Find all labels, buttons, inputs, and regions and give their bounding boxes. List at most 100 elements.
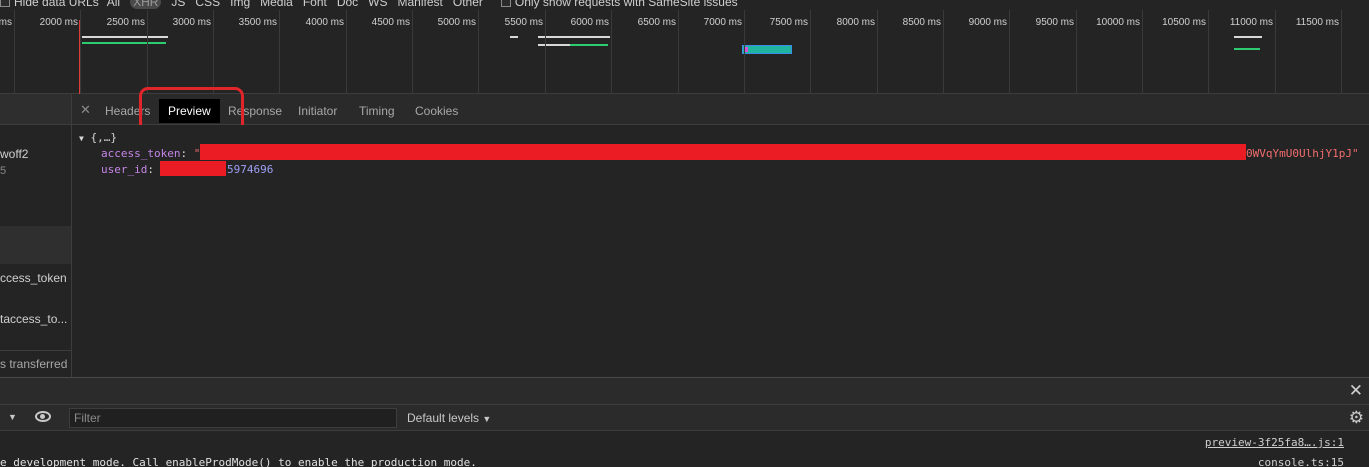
timeline-tick-label: 5000 ms bbox=[437, 17, 476, 28]
filter-font[interactable]: Font bbox=[303, 0, 327, 9]
timeline-gridline bbox=[14, 10, 15, 94]
user-id-redaction bbox=[160, 161, 226, 176]
timeline-tick-label: 8000 ms bbox=[836, 17, 875, 28]
eye-icon[interactable] bbox=[35, 411, 51, 422]
filter-js[interactable]: JS bbox=[171, 0, 185, 9]
request-name[interactable]: taccess_to... bbox=[0, 312, 67, 326]
timeline-tick-label: 10500 ms bbox=[1162, 17, 1206, 28]
filter-manifest[interactable]: Manifest bbox=[398, 0, 443, 9]
gear-icon[interactable]: ⚙ bbox=[1349, 408, 1364, 428]
timeline-tick-label: 2000 ms bbox=[39, 17, 78, 28]
tab-initiator[interactable]: Initiator bbox=[298, 94, 337, 125]
timeline-tick-label: 7000 ms bbox=[703, 17, 742, 28]
tab-cookies[interactable]: Cookies bbox=[415, 94, 458, 125]
json-root-line[interactable]: ▼ {,…} bbox=[79, 131, 117, 144]
timeline-tick-label: 4000 ms bbox=[305, 17, 344, 28]
drawer-header: ✕ bbox=[0, 377, 1369, 404]
timeline-gridline bbox=[678, 10, 679, 94]
user-id-tail-line: 5974696 bbox=[227, 163, 273, 176]
timeline-gridline bbox=[545, 10, 546, 94]
console-source-link[interactable]: console.ts:15 bbox=[1258, 456, 1344, 467]
timeline-tick-label: 7500 ms bbox=[769, 17, 808, 28]
levels-label: Default levels bbox=[407, 411, 480, 425]
timeline-bar bbox=[570, 44, 608, 46]
filter-media[interactable]: Media bbox=[260, 0, 293, 9]
timeline-gridline bbox=[412, 10, 413, 94]
timeline-tick-label: 9000 ms bbox=[968, 17, 1007, 28]
timeline-tick-label: 3000 ms bbox=[172, 17, 211, 28]
detail-tabs: ✕ Headers Preview Response Initiator Tim… bbox=[72, 94, 1369, 125]
timeline-gridline bbox=[611, 10, 612, 94]
tab-timing[interactable]: Timing bbox=[359, 94, 395, 125]
timeline-tick-label: ms bbox=[0, 17, 12, 28]
console-output: preview-3f25fa8….js:1 e development mode… bbox=[0, 431, 1369, 467]
transfer-summary-text: transferred bbox=[9, 357, 68, 371]
timeline-tick-label: 11000 ms bbox=[1229, 17, 1273, 28]
timeline-gridline bbox=[1275, 10, 1276, 94]
timeline-gridline bbox=[943, 10, 944, 94]
samesite-checkbox[interactable] bbox=[500, 0, 511, 7]
triangle-down-icon[interactable]: ▼ bbox=[79, 134, 84, 143]
context-dropdown-icon[interactable]: ▼ bbox=[8, 412, 17, 422]
timeline-gridline bbox=[1208, 10, 1209, 94]
request-name[interactable]: ccess_token bbox=[0, 271, 67, 285]
timeline-overview[interactable]: ms 2000 ms 2500 ms 3000 ms 3500 ms 4000 ms 450… bbox=[0, 10, 1369, 94]
request-name[interactable]: woff2 bbox=[0, 147, 28, 161]
timeline-tick-label: 9500 ms bbox=[1035, 17, 1074, 28]
filter-doc[interactable]: Doc bbox=[337, 0, 358, 9]
access-token-key: access_token bbox=[101, 147, 181, 160]
close-drawer-icon[interactable]: ✕ bbox=[1349, 381, 1363, 401]
timeline-gridline bbox=[1076, 10, 1077, 94]
timeline-bar bbox=[82, 42, 166, 44]
timeline-gridline bbox=[147, 10, 148, 94]
timeline-tick-label: 2500 ms bbox=[106, 17, 145, 28]
console-message: e development mode. Call enableProdMode(… bbox=[0, 456, 477, 467]
timeline-tick-label: 6500 ms bbox=[637, 17, 676, 28]
timeline-gridline bbox=[744, 10, 745, 94]
selected-request-row[interactable] bbox=[0, 226, 71, 264]
console-toolbar: ▼ Default levels ▼ ⚙ bbox=[0, 404, 1369, 431]
timeline-tick-label: 6000 ms bbox=[570, 17, 609, 28]
access-token-tail: 0WVqYmU0UlhjY1pJ bbox=[1246, 147, 1352, 160]
timeline-bar bbox=[1234, 36, 1262, 38]
timeline-gridline bbox=[346, 10, 347, 94]
json-root: {,…} bbox=[90, 131, 117, 144]
console-source-link[interactable]: preview-3f25fa8….js:1 bbox=[1205, 436, 1344, 449]
timeline-bar bbox=[538, 44, 570, 46]
filter-css[interactable]: CSS bbox=[195, 0, 220, 9]
timeline-tick-label: 5500 ms bbox=[504, 17, 543, 28]
timeline-tick-label: 11500 ms bbox=[1295, 17, 1339, 28]
hide-data-urls-label: Hide data URLs bbox=[14, 0, 99, 9]
close-icon[interactable]: ✕ bbox=[80, 102, 91, 118]
timeline-tick-label: 8500 ms bbox=[902, 17, 941, 28]
filter-xhr[interactable]: XHR bbox=[130, 0, 162, 9]
hide-data-urls-checkbox[interactable] bbox=[0, 0, 10, 7]
timeline-bar bbox=[538, 36, 610, 38]
timeline-tick-label: 10000 ms bbox=[1096, 17, 1140, 28]
caret-down-icon: ▼ bbox=[482, 414, 492, 424]
filter-ws[interactable]: WS bbox=[368, 0, 387, 9]
console-filter-input[interactable] bbox=[69, 408, 397, 428]
request-list: woff2 5 ccess_token taccess_to... s tran… bbox=[0, 94, 72, 377]
filter-img[interactable]: Img bbox=[230, 0, 250, 9]
timeline-gridline bbox=[80, 10, 81, 94]
timeline-gridline bbox=[1142, 10, 1143, 94]
transfer-summary: s transferred bbox=[0, 350, 71, 377]
filter-other[interactable]: Other bbox=[453, 0, 483, 9]
timeline-bar bbox=[742, 45, 792, 54]
samesite-label: Only show requests with SameSite issues bbox=[514, 0, 738, 9]
levels-dropdown[interactable]: Default levels ▼ bbox=[407, 411, 491, 425]
user-id-key: user_id bbox=[101, 163, 148, 176]
filter-row: Hide data URLs All XHR JS CSS Img Media … bbox=[0, 0, 748, 10]
access-token-redaction bbox=[200, 144, 1246, 160]
timeline-gridline bbox=[478, 10, 479, 94]
access-token-tail-line: 0WVqYmU0UlhjY1pJ" bbox=[1246, 147, 1359, 160]
timeline-gridline bbox=[877, 10, 878, 94]
filter-all[interactable]: All bbox=[107, 0, 120, 9]
request-list-header bbox=[0, 94, 71, 125]
access-token-line: access_token: " bbox=[101, 147, 201, 160]
timeline-bar bbox=[82, 36, 168, 38]
timeline-gridline bbox=[279, 10, 280, 94]
timeline-gridline bbox=[810, 10, 811, 94]
timeline-gridline bbox=[1009, 10, 1010, 94]
